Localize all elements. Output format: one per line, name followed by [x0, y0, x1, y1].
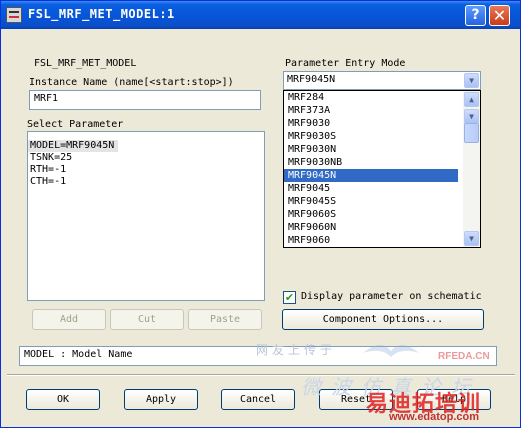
- help-title-button[interactable]: ?: [465, 5, 486, 26]
- watermark-text: 网友上传于: [256, 343, 337, 357]
- entry-mode-value: MRF9045N: [287, 74, 336, 85]
- scroll-down-icon[interactable]: ▼: [464, 231, 479, 246]
- dropdown-option[interactable]: MRF9045S: [284, 195, 458, 208]
- instance-name-label: Instance Name (name[<start:stop>]): [29, 77, 234, 88]
- cancel-button[interactable]: Cancel: [221, 389, 295, 410]
- close-button[interactable]: ✕: [489, 5, 510, 26]
- dropdown-option[interactable]: MRF9030NB: [284, 156, 458, 169]
- entry-mode-combo[interactable]: MRF9045N ▼: [283, 71, 481, 90]
- parameter-item[interactable]: TSNK=25: [28, 152, 264, 164]
- watermark-site: RFEDA.CN: [438, 351, 490, 362]
- dropdown-option[interactable]: MRF9060N: [284, 221, 458, 234]
- dropdown-option[interactable]: MRF9060: [284, 234, 458, 247]
- entry-mode-label: Parameter Entry Mode: [285, 58, 406, 69]
- window-title: FSL_MRF_MET_MODEL:1: [28, 7, 175, 21]
- dropdown-option[interactable]: MRF373A: [284, 104, 458, 117]
- select-parameter-list[interactable]: MODEL=MRF9045N TSNK=25 RTH=-1 CTH=-1: [27, 131, 265, 301]
- paste-button[interactable]: Paste: [188, 309, 262, 330]
- dropdown-list: MRF284 MRF373A MRF9030 MRF9030S MRF9030N…: [284, 91, 480, 247]
- display-parameter-label: Display parameter on schematic: [301, 291, 482, 302]
- select-parameter-label: Select Parameter: [27, 119, 124, 130]
- dropdown-option[interactable]: MRF9030: [284, 117, 458, 130]
- display-parameter-checkbox[interactable]: ✔: [283, 291, 296, 304]
- watermark-url: www.edatop.com: [389, 411, 480, 423]
- cut-button[interactable]: Cut: [110, 309, 184, 330]
- add-button[interactable]: Add: [32, 309, 106, 330]
- dropdown-scrollbar[interactable]: ▲ ▼ ▼: [463, 91, 480, 247]
- app-icon: [6, 7, 22, 23]
- entry-mode-dropdown[interactable]: MRF284 MRF373A MRF9030 MRF9030S MRF9030N…: [283, 90, 481, 248]
- parameter-item[interactable]: CTH=-1: [28, 176, 264, 188]
- instance-name-input[interactable]: MRF1: [29, 90, 261, 110]
- dropdown-option[interactable]: MRF9045: [284, 182, 458, 195]
- dropdown-option[interactable]: MRF9030N: [284, 143, 458, 156]
- component-dialog: FSL_MRF_MET_MODEL:1 ? ✕ FSL_MRF_MET_MODE…: [0, 0, 521, 428]
- bird-watermark-icon: [363, 344, 419, 357]
- parameter-item[interactable]: RTH=-1: [28, 164, 264, 176]
- title-bar[interactable]: FSL_MRF_MET_MODEL:1 ? ✕: [1, 1, 520, 29]
- ok-button[interactable]: OK: [26, 389, 100, 410]
- apply-button[interactable]: Apply: [124, 389, 198, 410]
- dropdown-option[interactable]: MRF9060S: [284, 208, 458, 221]
- scroll-up-icon[interactable]: ▲: [464, 92, 479, 107]
- component-options-button[interactable]: Component Options...: [282, 309, 484, 330]
- dropdown-option[interactable]: MRF284: [284, 91, 458, 104]
- scroll-down-icon[interactable]: ▼: [464, 109, 479, 124]
- scroll-thumb[interactable]: [464, 123, 479, 143]
- parameter-item[interactable]: MODEL=MRF9045N: [28, 140, 119, 152]
- dropdown-option[interactable]: MRF9030S: [284, 130, 458, 143]
- chevron-down-icon[interactable]: ▼: [464, 73, 479, 88]
- dropdown-option-selected[interactable]: MRF9045N: [284, 169, 458, 182]
- model-name-label: FSL_MRF_MET_MODEL: [34, 58, 137, 69]
